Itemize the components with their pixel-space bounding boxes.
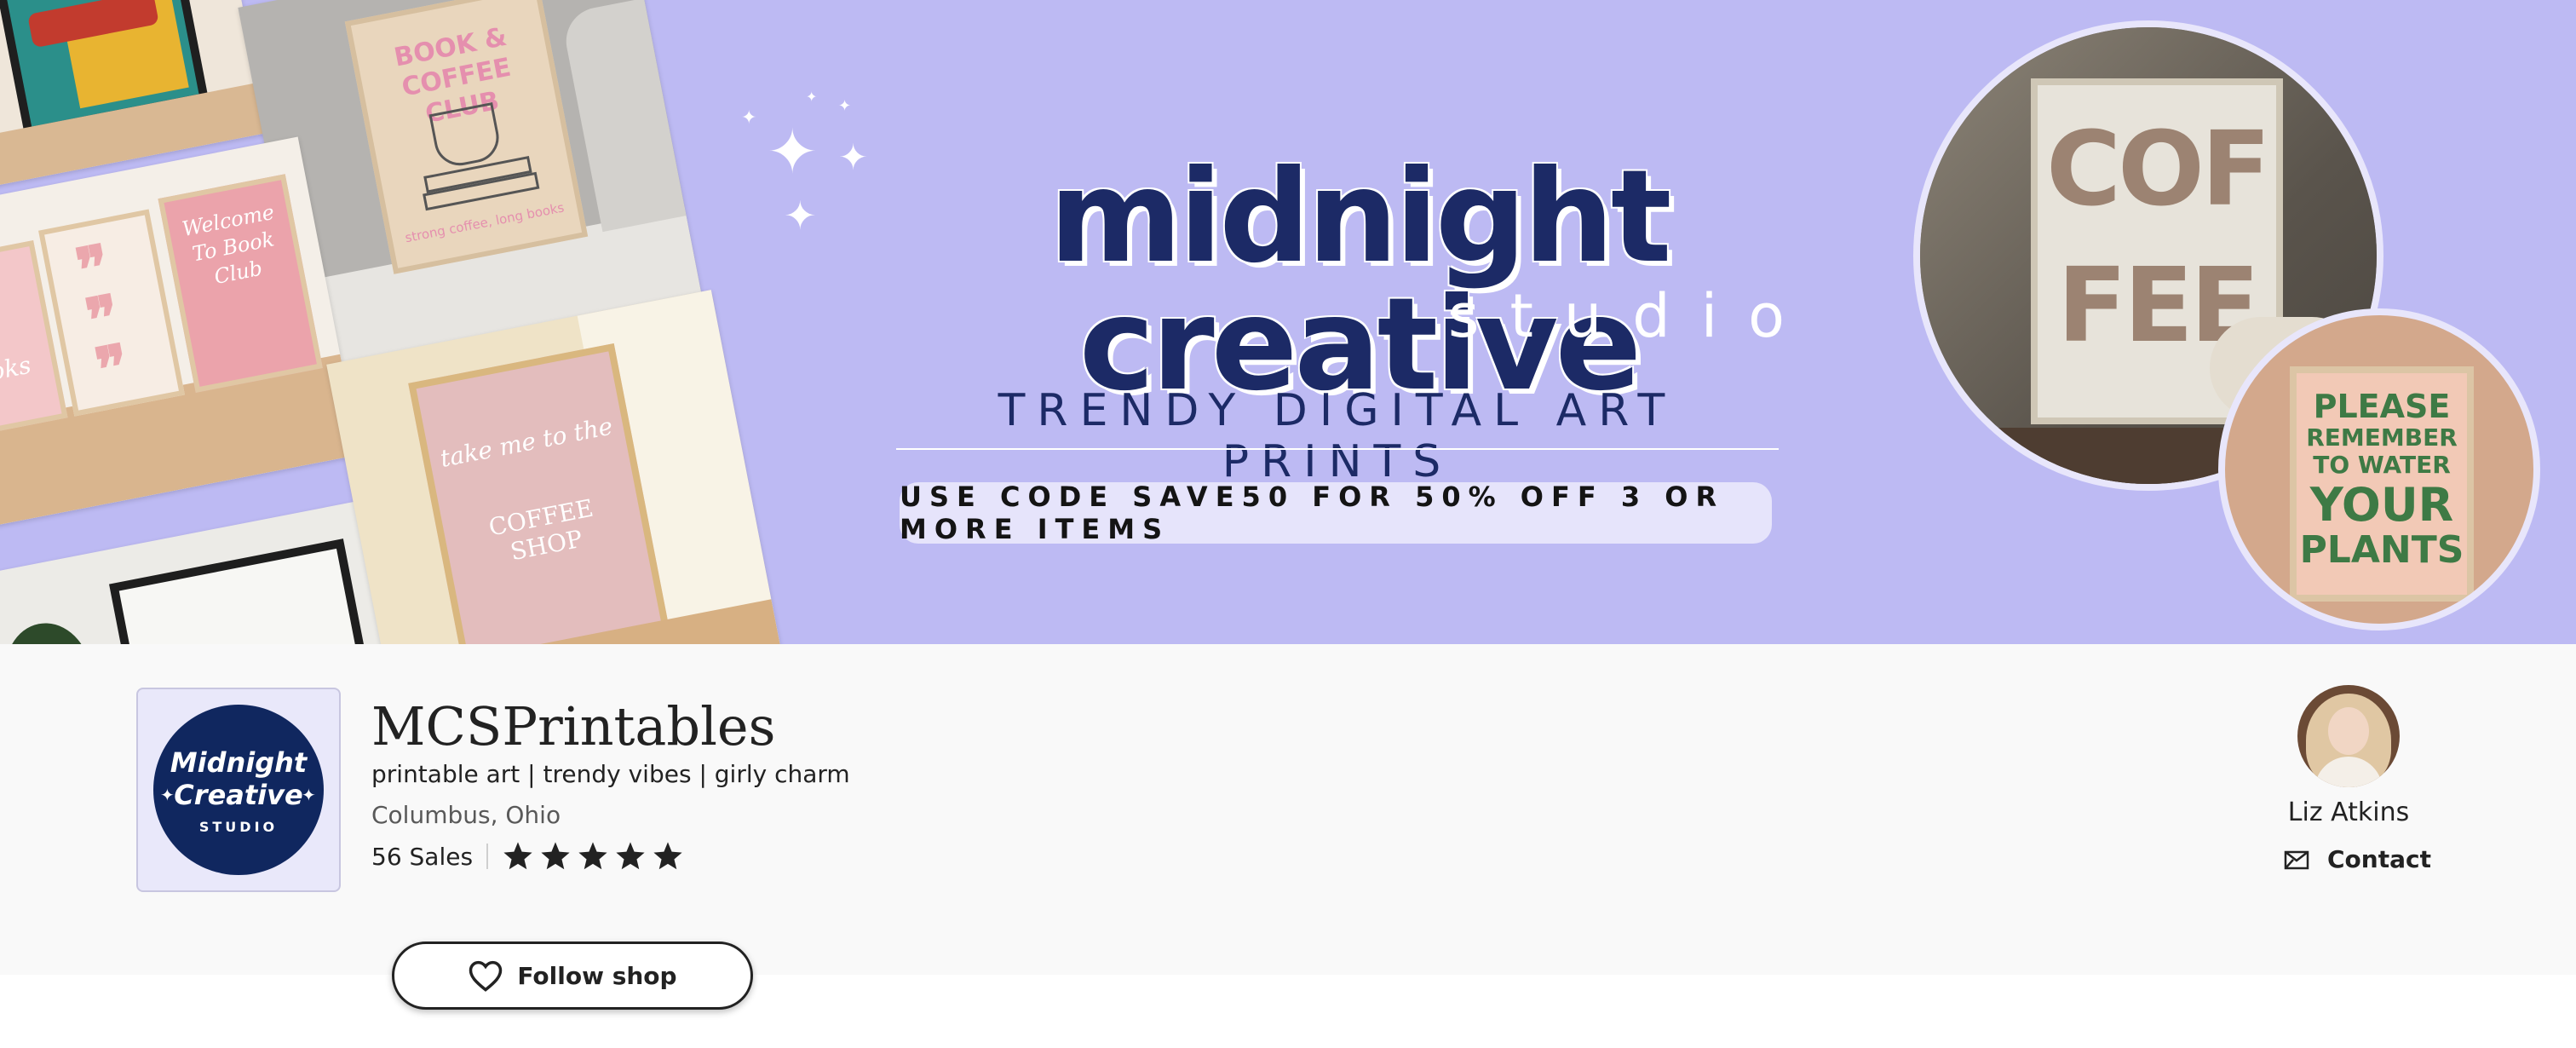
books-partial-text: ooks xyxy=(0,350,34,389)
sparkle-icon: ✦ xyxy=(767,116,819,187)
mail-icon xyxy=(2283,848,2310,872)
take-me-text: take me to the xyxy=(438,412,615,474)
pink-prints-photo: ooks ❞ ❞ ❞ Welcome To Book Club xyxy=(0,136,360,528)
coffee-poster-line1: COF xyxy=(2045,111,2271,229)
star-icon xyxy=(541,842,570,870)
logo-line3: STUDIO xyxy=(198,819,279,835)
plants-line3: TO WATER xyxy=(2313,451,2451,479)
promo-code-pill: USE CODE SAVE50 FOR 50% OFF 3 OR MORE IT… xyxy=(900,481,1772,545)
logo-line1: Midnight xyxy=(170,746,308,779)
sparkle-icon: ✦ xyxy=(806,89,818,105)
star-icon xyxy=(578,842,607,870)
shop-name: MCSPrintables xyxy=(371,695,776,757)
welcome-book-club-text: Welcome To Book Club xyxy=(180,199,277,290)
sales-count: 56 Sales xyxy=(371,842,474,871)
plants-line5: PLANTS xyxy=(2299,528,2464,572)
shop-banner: BOOK & COFFEE CLUB strong coffee, long b… xyxy=(0,0,2576,644)
shop-logo-badge: Midnight Creative STUDIO ✦ ✦ xyxy=(153,705,324,875)
banner-tagline: TRENDY DIGITAL ART PRINTS xyxy=(998,385,1677,487)
star-icon xyxy=(653,842,682,870)
plants-line2: REMEMBER xyxy=(2306,423,2458,452)
sparkle-icon: ✦ xyxy=(784,193,817,239)
owner-avatar[interactable] xyxy=(2297,685,2400,787)
quote-marks-art: ❞ ❞ ❞ xyxy=(71,230,135,406)
contact-label: Contact xyxy=(2327,845,2431,873)
shop-tagline: printable art | trendy vibes | girly cha… xyxy=(371,760,850,788)
owner-name[interactable]: Liz Atkins xyxy=(2215,798,2482,827)
banner-subheadline: studio xyxy=(1448,281,1815,351)
plants-line1: PLEASE xyxy=(2313,388,2451,425)
divider xyxy=(486,844,489,869)
frame-corner-photo xyxy=(0,500,398,644)
logo-line2: Creative xyxy=(174,779,303,811)
star-icon xyxy=(616,842,645,870)
sparkle-icon: ✦ xyxy=(741,107,757,129)
banner-divider xyxy=(896,448,1779,450)
follow-shop-label: Follow shop xyxy=(517,961,677,990)
sparkle-icon: ✦ xyxy=(838,97,852,115)
star-icon xyxy=(503,842,532,870)
sparkle-icon: ✦ xyxy=(302,785,316,805)
coffee-shop-text: COFFEE SHOP xyxy=(486,493,596,567)
heart-icon xyxy=(468,959,503,993)
coffee-cup-illustration xyxy=(428,102,503,170)
follow-shop-button[interactable]: Follow shop xyxy=(392,941,753,1010)
plants-poster-circle: PLEASE REMEMBER TO WATER YOUR PLANTS xyxy=(2218,308,2540,631)
contact-button[interactable]: Contact xyxy=(2283,845,2431,873)
sparkle-icon: ✦ xyxy=(160,785,175,805)
plants-line4: YOUR xyxy=(2309,478,2454,532)
shop-logo: Midnight Creative STUDIO ✦ ✦ xyxy=(136,688,341,892)
star-rating[interactable] xyxy=(502,840,684,872)
shop-location: Columbus, Ohio xyxy=(371,801,561,829)
sales-rating-row: 56 Sales xyxy=(371,840,684,872)
